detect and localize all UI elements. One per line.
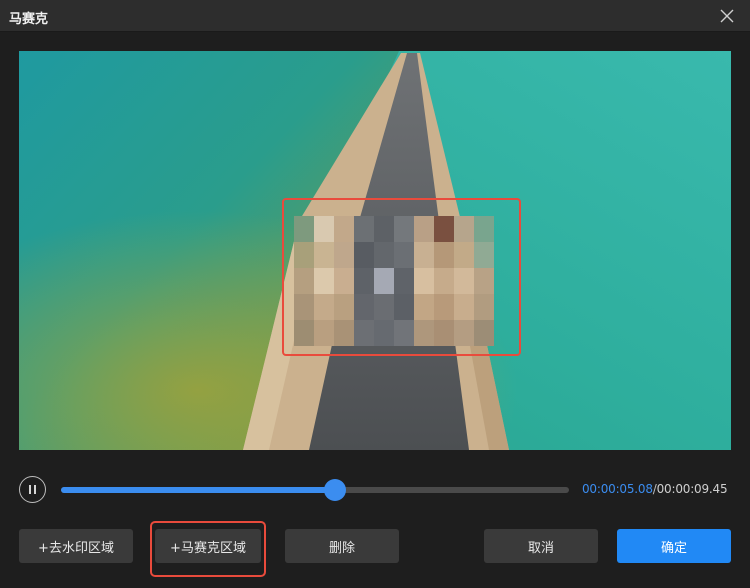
add-mosaic-region-button[interactable]: +马赛克区域 [155, 529, 261, 563]
pause-icon-bar [34, 485, 36, 494]
playback-controls: 00:00:05.08/00:00:09.45 [0, 470, 750, 510]
mosaic-region-selection[interactable] [282, 198, 521, 356]
pause-button[interactable] [19, 476, 46, 503]
title-bar: 马赛克 [0, 0, 750, 32]
delete-button[interactable]: 删除 [285, 529, 399, 563]
current-time: 00:00:05.08 [582, 482, 653, 496]
confirm-button[interactable]: 确定 [617, 529, 731, 563]
pause-icon [29, 485, 31, 494]
add-watermark-region-button[interactable]: +去水印区域 [19, 529, 133, 563]
close-icon[interactable] [718, 7, 736, 25]
progress-track[interactable] [61, 479, 569, 501]
time-display: 00:00:05.08/00:00:09.45 [582, 482, 728, 496]
progress-fill [61, 487, 336, 493]
window-title: 马赛克 [9, 12, 49, 27]
cancel-button[interactable]: 取消 [484, 529, 598, 563]
progress-thumb[interactable] [324, 479, 347, 501]
total-time: 00:00:09.45 [656, 482, 728, 496]
